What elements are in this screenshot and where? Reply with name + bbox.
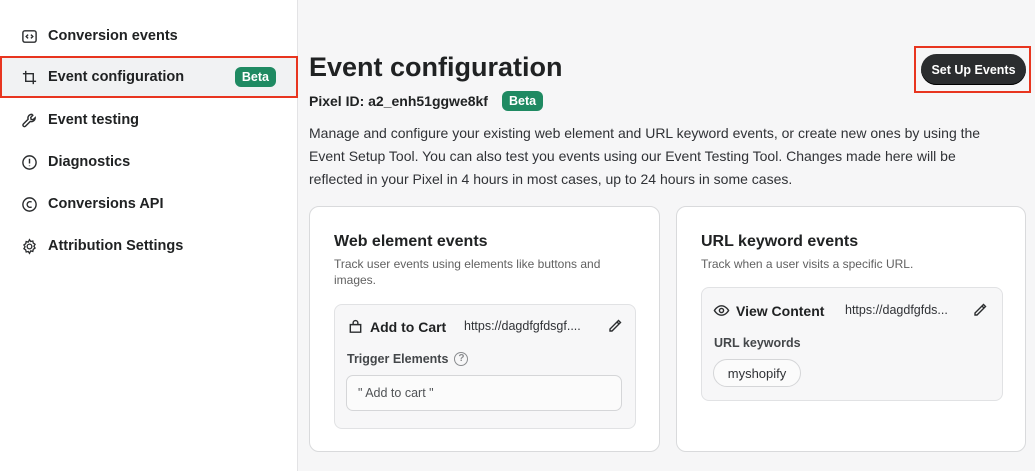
url-keywords-label: URL keywords (714, 336, 801, 350)
page-title: Event configuration (309, 52, 563, 82)
bag-icon (349, 319, 362, 333)
sidebar-item-label: Attribution Settings (48, 238, 184, 254)
sidebar-item-conversions-api[interactable]: Conversions API (0, 183, 298, 225)
beta-badge: Beta (234, 67, 276, 87)
set-up-events-button[interactable]: Set Up Events (921, 54, 1026, 85)
trigger-element-field[interactable]: " Add to cart " (346, 375, 622, 411)
info-icon (20, 153, 38, 171)
card-title: Web element events (334, 233, 488, 250)
event-url: https://dagdfgfds... (845, 303, 948, 317)
url-keywords-text: URL keywords (714, 336, 801, 350)
pixel-id: Pixel ID: a2_enh51ggwe8kf (309, 93, 488, 109)
sidebar-item-label: Diagnostics (48, 154, 131, 170)
trigger-elements-label: Trigger Elements ? (347, 352, 469, 366)
sidebar-item-label: Conversions API (48, 196, 164, 212)
card-subtitle: Track when a user visits a specific URL. (701, 257, 914, 271)
url-keyword-events-card: URL keyword events Track when a user vis… (676, 206, 1026, 452)
sidebar-item-label: Event testing (48, 112, 140, 128)
pencil-icon[interactable] (607, 318, 623, 334)
event-name-label: Add to Cart (370, 318, 447, 335)
event-item-view-content: View Content https://dagdfgfds... URL ke… (701, 287, 1003, 401)
card-subtitle: Track user events using elements like bu… (334, 257, 601, 287)
event-name-label: View Content (736, 302, 825, 319)
web-element-events-card: Web element events Track user events usi… (309, 206, 660, 452)
eye-icon (713, 305, 730, 316)
sidebar-item-diagnostics[interactable]: Diagnostics (0, 141, 298, 183)
help-icon[interactable]: ? (454, 352, 469, 366)
event-url: https://dagdfgfdsgf.... (464, 319, 581, 333)
pencil-icon[interactable] (972, 302, 988, 318)
sidebar: Conversion events Event configuration Be… (0, 0, 298, 471)
gear-icon (20, 237, 38, 255)
event-name: Add to Cart (347, 318, 446, 335)
crop-icon (20, 68, 38, 86)
trigger-elements-text: Trigger Elements (347, 352, 449, 366)
trigger-element-value: " Add to cart " (358, 386, 434, 400)
sidebar-item-label: Conversion events (48, 28, 178, 44)
card-title: URL keyword events (701, 233, 859, 250)
sidebar-item-event-configuration[interactable]: Event configuration Beta (0, 56, 298, 98)
setup-button-highlight: Set Up Events (914, 46, 1031, 93)
sidebar-item-event-testing[interactable]: Event testing (0, 99, 298, 141)
wrench-icon (20, 111, 38, 129)
keyword-chip-label: myshopify (727, 365, 787, 381)
keyword-chip[interactable]: myshopify (713, 359, 801, 387)
event-name: View Content (713, 302, 824, 319)
beta-badge: Beta (501, 91, 544, 111)
api-icon (20, 195, 38, 213)
event-item-add-to-cart: Add to Cart https://dagdfgfdsgf.... Trig… (334, 304, 636, 429)
code-icon (20, 27, 38, 45)
pixel-id-row: Pixel ID: a2_enh51ggwe8kf Beta (309, 91, 544, 111)
sidebar-item-label: Event configuration (48, 69, 185, 85)
sidebar-item-conversion-events[interactable]: Conversion events (0, 15, 298, 57)
sidebar-item-attribution-settings[interactable]: Attribution Settings (0, 225, 298, 267)
page-description: Manage and configure your existing web e… (309, 125, 981, 187)
